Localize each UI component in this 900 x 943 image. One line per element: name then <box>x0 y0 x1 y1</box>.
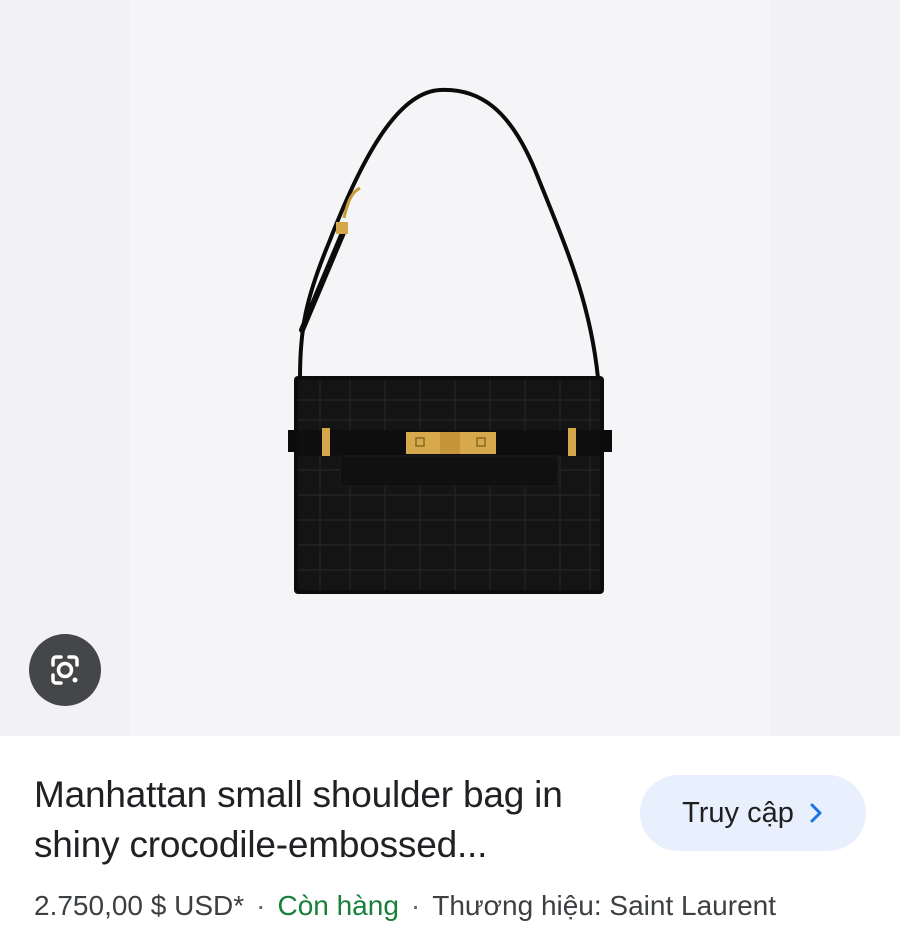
chevron-right-icon <box>810 803 822 823</box>
product-meta-row: 2.750,00 $ USD* · Còn hàng · Thương hiệu: Sa… <box>34 890 776 922</box>
product-title-line-1: Manhattan small shoulder bag in <box>34 774 563 815</box>
product-title[interactable]: Manhattan small shoulder bag in shiny cr… <box>34 770 624 870</box>
separator-dot: · <box>410 890 421 921</box>
stock-status: Còn hàng <box>277 890 399 921</box>
visit-button-label: Truy cập <box>682 796 794 829</box>
lens-search-button[interactable] <box>29 634 101 706</box>
brand-label: Thương hiệu: Saint Laurent <box>432 890 776 921</box>
visit-button[interactable]: Truy cập <box>640 775 866 851</box>
product-info-panel: Manhattan small shoulder bag in shiny cr… <box>0 736 900 943</box>
google-lens-icon <box>51 655 79 685</box>
product-image-area[interactable] <box>0 0 900 736</box>
product-title-line-2: shiny crocodile-embossed... <box>34 824 488 865</box>
price: 2.750,00 $ USD* <box>34 890 245 921</box>
product-image-shoulder-bag[interactable] <box>0 0 900 736</box>
separator-dot: · <box>256 890 266 921</box>
